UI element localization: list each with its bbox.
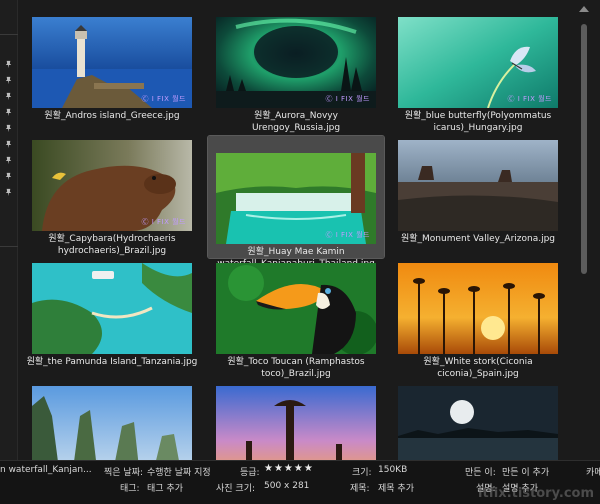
thumbnail-item[interactable]: Ⓒ I FIX 월드 원활_Aurora_Novyy Urengoy_Russi… [208, 0, 384, 133]
thumbnail-caption[interactable]: 원활_Monument Valley_Arizona.jpg [392, 233, 564, 245]
thumbnail-image-aurora[interactable]: Ⓒ I FIX 월드 [216, 17, 376, 108]
thumbnail-caption[interactable]: 원활_the Pamunda Island_Tanzania.jpg [26, 356, 198, 368]
scroll-up-arrow-icon[interactable] [579, 6, 589, 12]
details-pane: n waterfall_Kanjan... 찍은 날짜: 수행한 날짜 지정 태… [0, 460, 600, 504]
title-field[interactable]: 제목 추가 [378, 481, 414, 494]
dimensions-value: 500 x 281 [264, 481, 310, 491]
thumbnail-item[interactable]: Ⓒ I FIX 월드 원활_Capybara(Hydrochaeris hydr… [24, 123, 200, 256]
thumbnail-watermark: Ⓒ I FIX 월드 [141, 218, 186, 226]
thumbnail-image-pamunda-island[interactable] [32, 263, 192, 354]
scrollbar-thumb[interactable] [581, 24, 587, 274]
thumbnail-watermark: Ⓒ I FIX 월드 [325, 231, 370, 239]
thumbnail-image-andros-island[interactable]: Ⓒ I FIX 월드 [32, 17, 192, 108]
thumbnail-caption[interactable]: 원활_Aurora_Novyy Urengoy_Russia.jpg [210, 110, 382, 134]
pin-icon[interactable] [4, 156, 13, 165]
thumbnail-item[interactable]: 원활_the Pamunda Island_Tanzania.jpg [24, 246, 200, 368]
thumbnail-item[interactable]: 원활_Monument Valley_Arizona.jpg [390, 123, 566, 245]
thumbnail-watermark: Ⓒ I FIX 월드 [141, 95, 186, 103]
author-label: 만든 이: [465, 468, 496, 478]
pin-icon[interactable] [4, 76, 13, 85]
thumbnail-image-waterfall[interactable]: Ⓒ I FIX 월드 [216, 153, 376, 244]
thumbnail-item[interactable]: 원활_White stork(Ciconia ciconia)_Spain.jp… [390, 246, 566, 379]
thumbnail-image-butterfly[interactable]: Ⓒ I FIX 월드 [398, 17, 558, 108]
thumbnail-caption[interactable]: 원활_Andros island_Greece.jpg [26, 110, 198, 122]
rating-label: 등급: [240, 468, 260, 478]
author-field[interactable]: 만든 이 추가 [502, 465, 549, 478]
pin-icon[interactable] [4, 172, 13, 181]
thumbnail-image-baobabs[interactable] [216, 386, 376, 460]
thumbnail-image-toucan[interactable] [216, 263, 376, 354]
pin-icon[interactable] [4, 108, 13, 117]
tags-field[interactable]: 태그 추가 [147, 481, 183, 494]
size-value: 150KB [378, 465, 408, 475]
title-label: 제목: [350, 484, 370, 494]
thumbnail-item-selected[interactable]: Ⓒ I FIX 월드 원활_Huay Mae Kamin waterfall_K… [207, 135, 385, 269]
nav-divider [0, 246, 18, 247]
size-label: 크기: [352, 468, 372, 478]
pin-icon[interactable] [4, 92, 13, 101]
dimensions-label: 사진 크기: [216, 484, 256, 494]
thumbnail-watermark: Ⓒ I FIX 월드 [325, 95, 370, 103]
thumbnail-grid: Ⓒ I FIX 월드 원활_Andros island_Greece.jpg Ⓒ… [18, 0, 574, 460]
thumbnail-image-capybara[interactable]: Ⓒ I FIX 월드 [32, 140, 192, 231]
thumbnail-item[interactable] [208, 369, 384, 460]
tags-label: 태그: [120, 484, 140, 494]
vertical-scrollbar[interactable] [574, 0, 600, 460]
pin-icon[interactable] [4, 124, 13, 133]
date-taken-field[interactable]: 수행한 날짜 지정 [147, 465, 211, 478]
pin-icon[interactable] [4, 140, 13, 149]
thumbnail-item[interactable]: Ⓒ I FIX 월드 원활_blue butterfly(Polyommatus… [390, 0, 566, 133]
thumbnail-item[interactable]: 원활_Toco Toucan (Ramphastos toco)_Brazil.… [208, 246, 384, 379]
thumbnail-item[interactable] [24, 369, 200, 460]
thumbnail-image-white-stork[interactable] [398, 263, 558, 354]
pin-icon[interactable] [4, 60, 13, 69]
navigation-pane [0, 0, 18, 460]
nav-divider [0, 34, 18, 35]
thumbnail-watermark: Ⓒ I FIX 월드 [507, 95, 552, 103]
thumbnail-item[interactable] [390, 369, 566, 460]
selected-filename: n waterfall_Kanjan... [0, 465, 92, 475]
date-taken-label: 찍은 날짜: [104, 468, 144, 478]
thumbnail-image-moon-lake[interactable] [398, 386, 558, 460]
thumbnail-image-karst-mountains[interactable] [32, 386, 192, 460]
explorer-window: Ⓒ I FIX 월드 원활_Andros island_Greece.jpg Ⓒ… [0, 0, 600, 504]
thumbnail-item[interactable]: Ⓒ I FIX 월드 원활_Andros island_Greece.jpg [24, 0, 200, 122]
site-watermark: itfix.tistory.com [478, 486, 594, 501]
thumbnail-image-monument-valley[interactable] [398, 140, 558, 231]
camera-label: 카메 [586, 468, 600, 478]
rating-stars[interactable]: ★★★★★ [264, 463, 314, 474]
pin-icon[interactable] [4, 188, 13, 197]
